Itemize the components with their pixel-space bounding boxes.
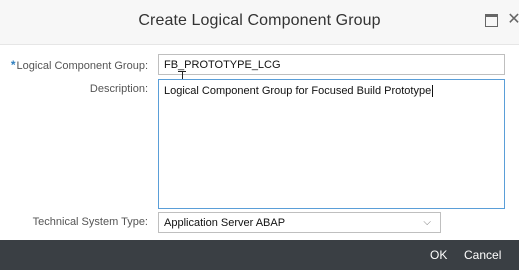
cancel-button[interactable]: Cancel — [464, 248, 501, 262]
description-value: Logical Component Group for Focused Buil… — [164, 85, 432, 97]
text-caret — [432, 85, 434, 97]
system-type-label: Technical System Type: — [32, 216, 148, 228]
dialog-footer: OK Cancel — [0, 240, 519, 270]
description-textarea[interactable]: Logical Component Group for Focused Buil… — [158, 79, 505, 209]
chevron-down-icon[interactable]: ⌵ — [423, 217, 431, 228]
dialog-title: Create Logical Component Group — [138, 12, 381, 29]
lcg-input[interactable]: FB_PROTOTYPE_LCG — [158, 54, 505, 75]
dialog-header: Create Logical Component Group ✕ — [0, 0, 519, 45]
create-lcg-dialog: Create Logical Component Group ✕ *Logica… — [0, 0, 519, 270]
close-icon: ✕ — [507, 11, 519, 28]
ok-button[interactable]: OK — [430, 248, 447, 262]
system-type-value: Application Server ABAP — [164, 216, 286, 229]
lcg-label-container: *Logical Component Group: — [0, 58, 148, 72]
maximize-button[interactable] — [482, 11, 500, 29]
description-label: Description: — [89, 83, 148, 95]
required-marker: * — [10, 58, 16, 72]
lcg-label: Logical Component Group: — [16, 60, 148, 72]
maximize-icon — [484, 13, 498, 27]
lcg-input-value: FB_PROTOTYPE_LCG — [164, 58, 281, 71]
close-button[interactable]: ✕ — [505, 11, 519, 29]
system-type-select[interactable]: Application Server ABAP ⌵ — [158, 212, 441, 233]
